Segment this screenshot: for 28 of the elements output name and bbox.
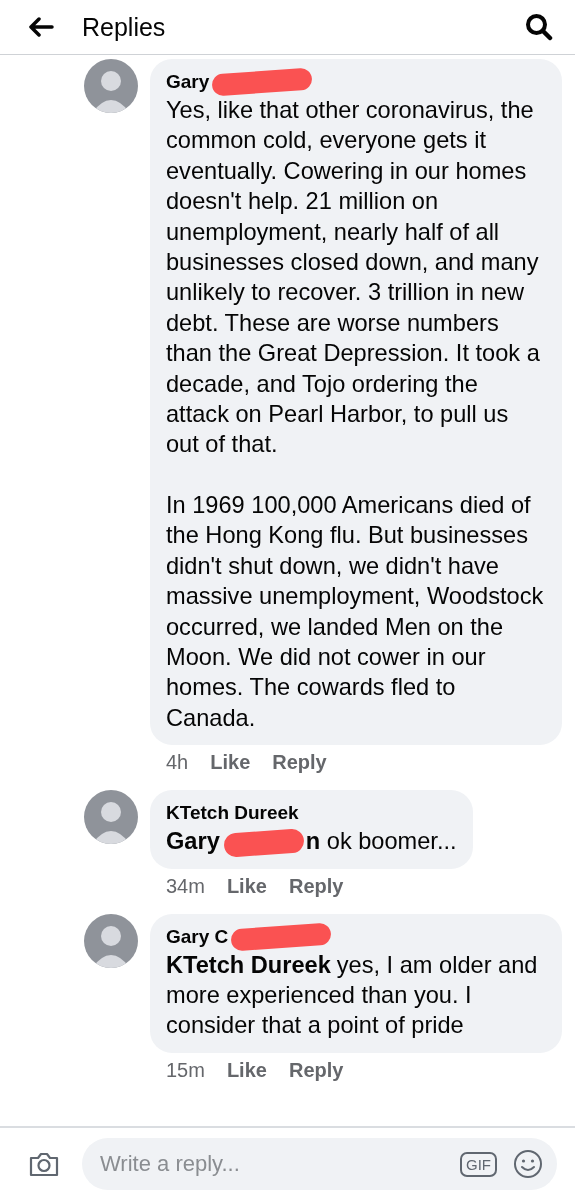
like-button[interactable]: Like bbox=[210, 751, 251, 775]
comment-time: 4h bbox=[166, 751, 189, 775]
avatar[interactable] bbox=[84, 59, 138, 113]
author-name[interactable]: KTetch Dureek bbox=[166, 802, 299, 825]
reply-input-field[interactable]: Write a reply... GIF bbox=[82, 1138, 557, 1190]
reply-button[interactable]: Reply bbox=[272, 751, 327, 775]
comment-text: In 1969 100,000 Americans died of the Hong Kong flu. But businesses didn't shut down, we didn't have massive unemployment, Woodstock occurred, we landed Men on the Moon. We did not cower in our homes. The cowards fled to Canada. bbox=[166, 490, 545, 733]
mention-link[interactable]: Gary bbox=[166, 828, 220, 855]
smiley-icon[interactable] bbox=[513, 1149, 543, 1179]
search-icon[interactable] bbox=[525, 13, 553, 41]
like-button[interactable]: Like bbox=[226, 874, 267, 898]
reply-button[interactable]: Reply bbox=[288, 1058, 344, 1082]
gif-button[interactable]: GIF bbox=[460, 1151, 497, 1177]
comment-time: 15m bbox=[166, 1058, 205, 1082]
author-name[interactable]: Gary bbox=[166, 71, 210, 93]
author-name[interactable]: Gary C bbox=[166, 925, 229, 948]
like-button[interactable]: Like bbox=[226, 1058, 267, 1082]
comment-text: Yes, like that other coronavirus, the common cold, everyone gets it eventually. Cowering in our homes doesn't help. 21 million on unemployment, nearly half of all businesses closed down, and many unlikely to recover. 3 trillion in new debt. These are worse numbers than the Great Depression. It took a decade, and Tojo ordering the attack on Pearl Harbor, to pull us out of that. bbox=[166, 96, 541, 460]
back-arrow-icon[interactable] bbox=[28, 17, 54, 37]
mention-link[interactable]: KTetch Dureek bbox=[166, 951, 331, 978]
reply-button[interactable]: Reply bbox=[288, 874, 344, 898]
avatar[interactable] bbox=[84, 913, 138, 968]
avatar[interactable] bbox=[84, 790, 138, 845]
camera-icon[interactable] bbox=[28, 1150, 60, 1178]
page-title: Replies bbox=[82, 12, 167, 42]
comment-time: 34m bbox=[166, 874, 205, 898]
comment-text: Gary n ok boomer... bbox=[166, 826, 457, 857]
comment-text: KTetch Dureek yes, I am older and more experienced than you. I consider that a point of pride bbox=[166, 950, 539, 1041]
